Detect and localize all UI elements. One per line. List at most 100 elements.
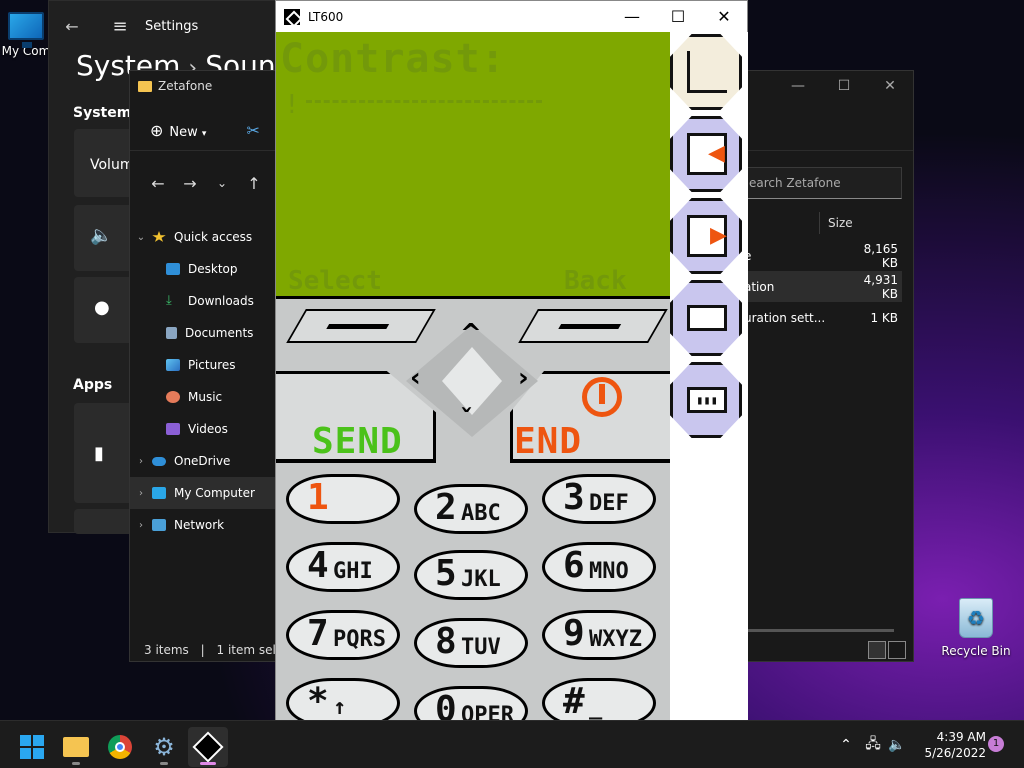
desktop-icon-recycle-bin[interactable]: ♻ Recycle Bin: [940, 598, 1012, 658]
hamburger-menu-icon[interactable]: ≡: [95, 16, 145, 37]
key-3[interactable]: 3 DEF: [542, 474, 656, 524]
contrast-bar: [306, 100, 542, 108]
nav-item-music[interactable]: Music: [130, 381, 276, 413]
taskbar-lt600[interactable]: [188, 727, 228, 767]
battery-empty-button[interactable]: [670, 280, 742, 356]
key-6[interactable]: 6 MNO: [542, 542, 656, 592]
network-status-icon[interactable]: 🖧: [860, 733, 886, 757]
nav-item-videos[interactable]: Videos: [130, 413, 276, 445]
key-4[interactable]: 4 GHI: [286, 542, 400, 592]
key-star[interactable]: * ↑: [286, 678, 400, 720]
explorer-title: Zetafone: [158, 79, 213, 93]
taskbar-chrome[interactable]: [100, 727, 140, 767]
settings-title: Settings: [145, 18, 199, 34]
right-softkey-button[interactable]: [518, 309, 668, 343]
up-arrow-icon[interactable]: ↑: [238, 174, 270, 193]
speaker-card[interactable]: 🔈: [74, 205, 134, 271]
new-button[interactable]: ⊕ New ▾: [150, 121, 206, 140]
back-arrow-icon[interactable]: ←: [142, 174, 174, 193]
start-button[interactable]: [12, 727, 52, 767]
desktop-icon-my-computer[interactable]: My Com: [0, 10, 52, 58]
lt600-app-icon: [192, 731, 224, 763]
hand-tool-icon: [687, 51, 727, 93]
size-column-header[interactable]: Size: [820, 216, 853, 230]
nav-item-pictures[interactable]: Pictures: [130, 349, 276, 381]
settings-card-partial[interactable]: [74, 509, 134, 534]
chevron-right-icon[interactable]: ›: [130, 488, 152, 499]
details-view-icon[interactable]: [868, 641, 886, 659]
minimize-button[interactable]: —: [775, 71, 821, 101]
taskbar-file-explorer[interactable]: [56, 727, 96, 767]
chevron-down-icon: ▾: [201, 129, 207, 139]
tiles-view-icon[interactable]: [888, 641, 906, 659]
key-letters: _: [589, 695, 603, 720]
file-name: ation: [744, 279, 775, 294]
volume-card[interactable]: Volum: [74, 129, 134, 197]
battery-full-button[interactable]: ▮▮▮: [670, 362, 742, 438]
key-0[interactable]: 0 OPER: [414, 686, 528, 720]
file-row[interactable]: uration sett... 1 KB: [742, 302, 902, 333]
microphone-card[interactable]: ●: [74, 277, 134, 343]
chevron-down-icon[interactable]: ⌄: [130, 232, 152, 243]
screen-heading: Contrast:: [280, 36, 506, 82]
file-name: e: [742, 249, 847, 263]
key-digit: 7: [307, 613, 329, 654]
computer-icon: [8, 12, 44, 48]
lt600-title: LT600: [308, 9, 344, 24]
nav-item-my-computer[interactable]: › My Computer: [130, 477, 276, 509]
recent-dropdown-icon[interactable]: ⌄: [206, 176, 238, 190]
nav-item-network[interactable]: › Network: [130, 509, 276, 541]
cut-icon[interactable]: ✂: [246, 121, 259, 140]
save-button[interactable]: ▶: [670, 198, 742, 274]
file-row[interactable]: ation 4,931 KB: [742, 271, 902, 302]
key-5[interactable]: 5 JKL: [414, 550, 528, 600]
chevron-right-icon[interactable]: ›: [130, 456, 152, 467]
network-icon: [152, 519, 166, 531]
key-2[interactable]: 2 ABC: [414, 484, 528, 534]
navigation-pane: ⌄ Quick access Desktop ⤓ Downloads Docum…: [130, 221, 276, 541]
volume-icon[interactable]: 🔈: [886, 737, 908, 753]
minimize-button[interactable]: —: [609, 1, 655, 32]
nav-item-quick-access[interactable]: ⌄ Quick access: [130, 221, 276, 253]
dpad-right-icon[interactable]: ›: [518, 363, 529, 393]
maximize-button[interactable]: ☐: [655, 1, 701, 32]
start-icon: [20, 735, 44, 759]
lt600-titlebar: LT600 — ☐ ✕: [276, 1, 747, 32]
nav-item-onedrive[interactable]: › OneDrive: [130, 445, 276, 477]
file-row[interactable]: e 8,165 KB: [742, 240, 902, 271]
key-hash[interactable]: # _: [542, 678, 656, 720]
key-digit: 2: [435, 487, 457, 528]
key-letters: DEF: [589, 491, 629, 516]
maximize-button[interactable]: ☐: [821, 71, 867, 101]
nav-item-documents[interactable]: Documents: [130, 317, 276, 349]
nav-item-label: Videos: [188, 422, 228, 436]
nav-item-downloads[interactable]: ⤓ Downloads: [130, 285, 276, 317]
taskbar-settings[interactable]: ⚙: [144, 727, 184, 767]
key-1[interactable]: 1: [286, 474, 400, 524]
key-7[interactable]: 7 PQRS: [286, 610, 400, 660]
hand-tool-button[interactable]: [670, 34, 742, 110]
chevron-right-icon[interactable]: ›: [130, 520, 152, 531]
back-arrow-icon[interactable]: ←: [49, 17, 95, 36]
forward-arrow-icon[interactable]: →: [174, 174, 206, 193]
close-button[interactable]: ✕: [867, 71, 913, 101]
clock[interactable]: 4:39 AM 5/26/2022: [916, 729, 986, 761]
new-label: New: [169, 125, 198, 140]
app-device-card[interactable]: ▮: [74, 403, 134, 503]
cloud-icon: [152, 456, 166, 466]
key-letters: OPER: [461, 703, 514, 720]
close-button[interactable]: ✕: [701, 1, 747, 32]
notification-badge[interactable]: 1: [988, 736, 1004, 752]
nav-item-desktop[interactable]: Desktop: [130, 253, 276, 285]
running-indicator: [72, 762, 80, 765]
chevron-up-icon[interactable]: ⌃: [838, 737, 854, 753]
horizontal-scrollbar[interactable]: [742, 629, 894, 632]
key-8[interactable]: 8 TUV: [414, 618, 528, 668]
search-input[interactable]: earch Zetafone: [742, 167, 902, 199]
key-9[interactable]: 9 WXYZ: [542, 610, 656, 660]
dpad-left-icon[interactable]: ‹: [410, 363, 421, 393]
name-column-header[interactable]: [742, 212, 820, 234]
dpad-down-icon[interactable]: ˇ: [460, 405, 473, 435]
load-button[interactable]: ◀: [670, 116, 742, 192]
dpad-up-icon[interactable]: ^: [460, 319, 482, 349]
